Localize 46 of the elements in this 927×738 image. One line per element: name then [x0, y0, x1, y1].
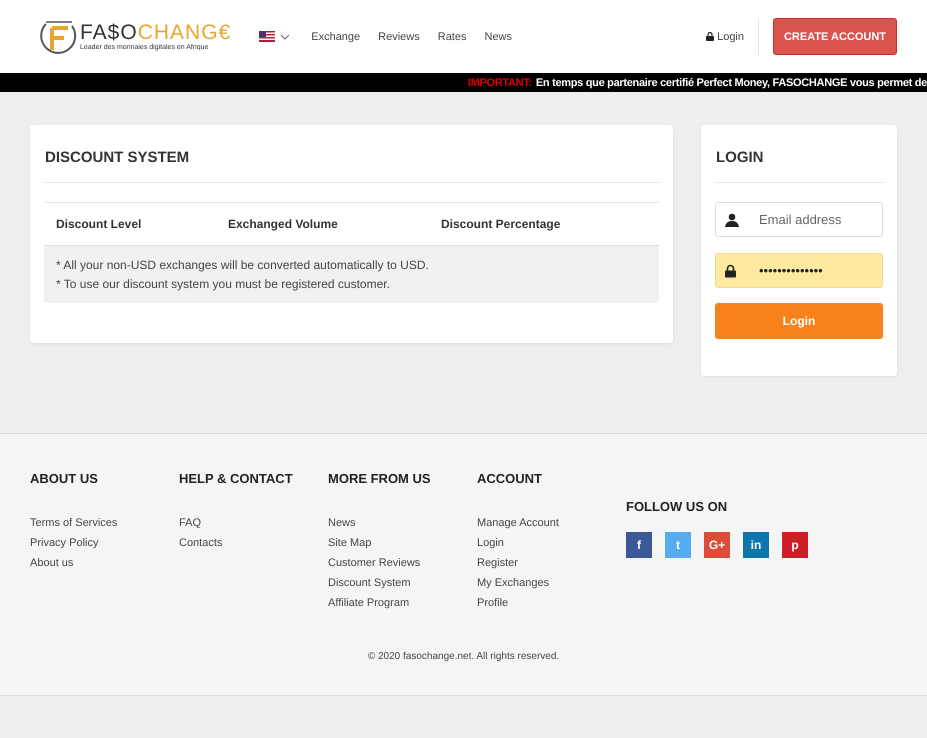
- footer-link[interactable]: Manage Account: [477, 517, 626, 530]
- footer-link[interactable]: My Exchanges: [477, 577, 626, 590]
- footer-link[interactable]: Register: [477, 557, 626, 570]
- create-account-button[interactable]: CREATE ACCOUNT: [773, 18, 897, 55]
- email-field[interactable]: Email address: [715, 202, 883, 237]
- lock-icon: [706, 32, 714, 41]
- footer-link[interactable]: FAQ: [179, 517, 328, 530]
- footer-link[interactable]: Privacy Policy: [30, 537, 179, 550]
- password-field[interactable]: ••••••••••••••: [715, 253, 883, 288]
- login-link[interactable]: Login: [706, 18, 759, 54]
- ticker-label: IMPORTANT:: [468, 76, 532, 88]
- social-icon[interactable]: p: [782, 532, 808, 558]
- logo-wordmark[interactable]: FA$OCHANG€: [80, 22, 232, 44]
- social-icon[interactable]: f: [626, 532, 652, 558]
- ticker-text: En temps que partenaire certifié Perfect Money, FASOCHANGE vous permet de: [536, 76, 927, 88]
- footer-link[interactable]: Login: [477, 537, 626, 550]
- nav-link[interactable]: Reviews: [369, 26, 429, 46]
- nav-link[interactable]: News: [476, 26, 522, 46]
- social-icon[interactable]: in: [743, 532, 769, 558]
- us-flag-icon[interactable]: [259, 31, 276, 42]
- footer-link[interactable]: Affiliate Program: [328, 597, 477, 610]
- footer-heading: HELP & CONTACT: [179, 471, 294, 486]
- footer-link[interactable]: Customer Reviews: [328, 557, 477, 570]
- footer-link[interactable]: Profile: [477, 597, 626, 610]
- card-title: DISCOUNT SYSTEM: [44, 125, 659, 183]
- footer-heading: FOLLOW US ON: [626, 499, 728, 514]
- footer-heading: MORE FROM US: [328, 471, 432, 486]
- note-text: * All your non-USD exchanges will be converted automatically to USD.: [56, 258, 430, 272]
- column-header: Exchanged Volume: [228, 217, 339, 231]
- footer-link[interactable]: Site Map: [328, 537, 477, 550]
- nav-link[interactable]: Rates: [428, 26, 476, 46]
- copyright-text: © 2020 fasochange.net. All rights reserved.: [366, 651, 560, 662]
- footer-link[interactable]: Terms of Services: [30, 517, 179, 530]
- footer-link[interactable]: About us: [30, 557, 179, 570]
- note-text: * To use our discount system you must be registered customer.: [56, 277, 391, 291]
- nav-link[interactable]: Exchange: [302, 26, 370, 46]
- footer-link[interactable]: Discount System: [328, 577, 477, 590]
- column-header: Discount Level: [56, 217, 142, 231]
- footer-heading: ACCOUNT: [477, 471, 543, 486]
- chevron-down-icon[interactable]: [280, 34, 290, 40]
- column-header: Discount Percentage: [441, 217, 562, 231]
- footer-link[interactable]: Contacts: [179, 537, 328, 550]
- footer-heading: ABOUT US: [30, 471, 99, 486]
- card-title: LOGIN: [715, 125, 883, 183]
- social-icon[interactable]: G+: [704, 532, 730, 558]
- footer-link[interactable]: News: [328, 517, 477, 530]
